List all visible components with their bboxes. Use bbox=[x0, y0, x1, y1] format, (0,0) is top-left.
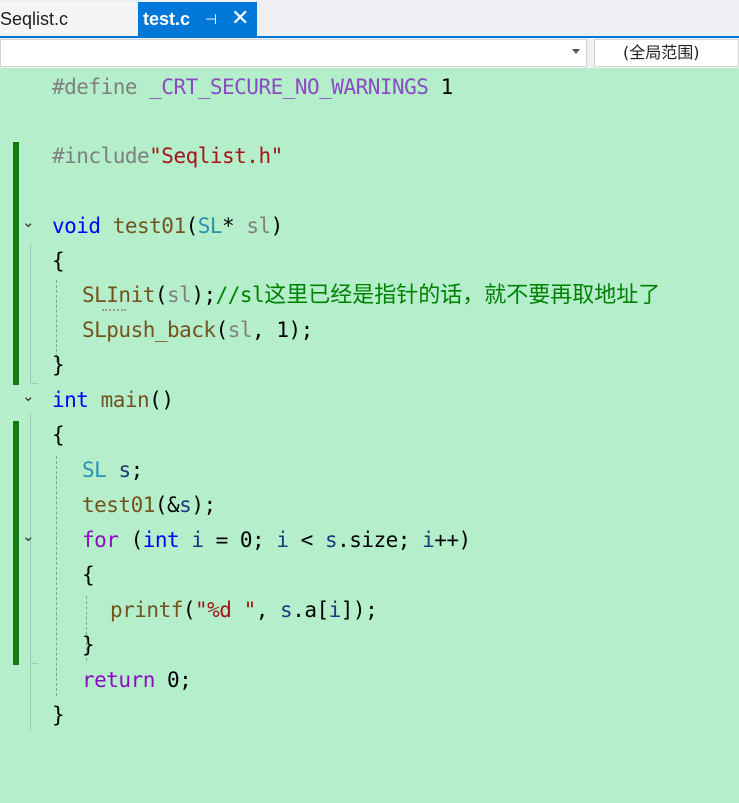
code-line: { bbox=[52, 249, 65, 273]
scope-dropdown[interactable]: (全局范围) bbox=[594, 39, 739, 67]
code-editor[interactable]: ⌄ ⌄ ⌄ #define _CRT_SECURE_NO_WARNINGS 1 … bbox=[0, 68, 739, 731]
code-line: SLInit(sl);//sl这里已经是指针的话，就不要再取地址了 bbox=[82, 283, 661, 308]
tab-test-c[interactable]: test.c ⊣ ✕ bbox=[138, 2, 257, 36]
tab-label: Seqlist.c bbox=[0, 8, 69, 29]
code-line: #define _CRT_SECURE_NO_WARNINGS 1 bbox=[52, 75, 453, 99]
tab-label: test.c bbox=[143, 8, 191, 29]
code-line: SLpush_back(sl, 1); bbox=[82, 318, 313, 342]
code-line: } bbox=[82, 633, 95, 657]
code-line: SL s; bbox=[82, 458, 143, 482]
code-line: void test01(SL* sl) bbox=[52, 214, 283, 238]
code-line: int main() bbox=[52, 388, 174, 412]
code-line: test01(&s); bbox=[82, 493, 216, 517]
chevron-down-icon[interactable] bbox=[572, 49, 580, 54]
code-line: } bbox=[52, 353, 65, 377]
code-line: } bbox=[52, 703, 65, 727]
code-line: printf("%d ", s.a[i]); bbox=[110, 598, 378, 622]
code-line: return 0; bbox=[82, 668, 192, 692]
tab-seqlist-c[interactable]: Seqlist.c bbox=[0, 2, 137, 36]
project-dropdown[interactable] bbox=[0, 39, 587, 67]
navigation-bar: (全局范围) bbox=[0, 38, 739, 68]
code-line: { bbox=[82, 563, 95, 587]
code-line: { bbox=[52, 423, 65, 447]
code-line: for (int i = 0; i < s.size; i++) bbox=[82, 528, 471, 552]
pin-icon[interactable]: ⊣ bbox=[205, 11, 217, 28]
tab-bar: Seqlist.c test.c ⊣ ✕ bbox=[0, 0, 739, 38]
scope-label: (全局范围) bbox=[623, 43, 700, 62]
code-line: #include"Seqlist.h" bbox=[52, 144, 283, 168]
close-icon[interactable]: ✕ bbox=[231, 5, 249, 31]
